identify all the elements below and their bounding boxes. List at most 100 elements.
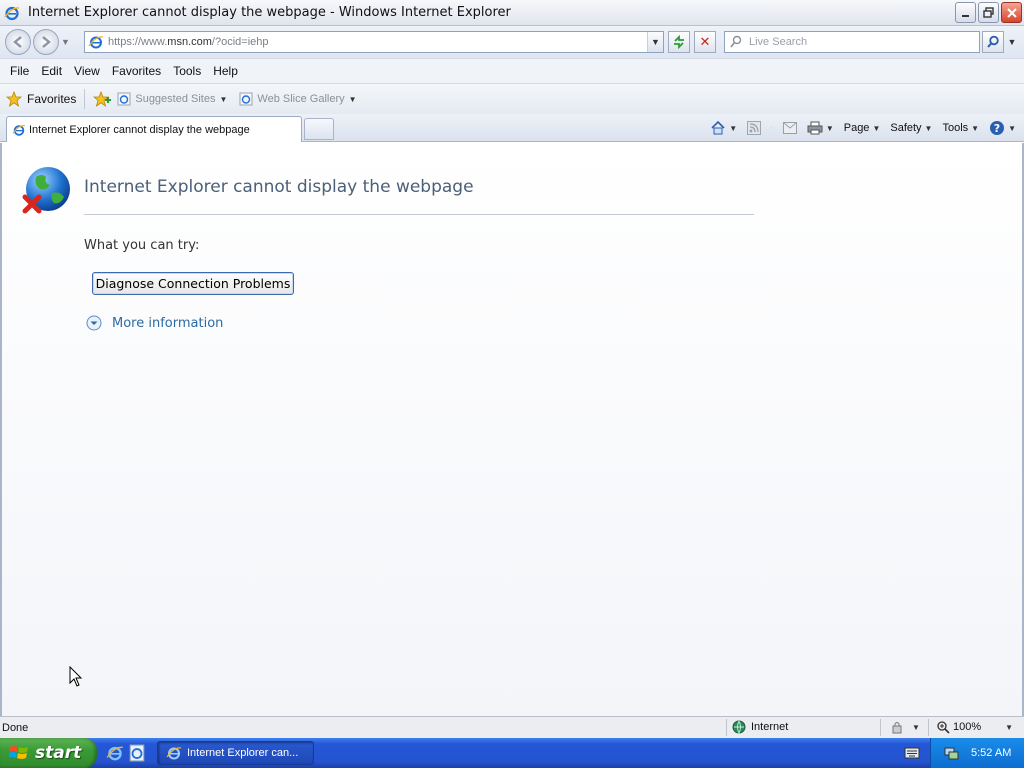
divider bbox=[84, 214, 754, 215]
globe-error-icon bbox=[22, 167, 70, 214]
url-prefix: https://www. bbox=[108, 36, 168, 48]
chevron-down-icon: ▼ bbox=[348, 94, 357, 104]
menu-file[interactable]: File bbox=[4, 62, 35, 80]
ie-icon bbox=[4, 6, 20, 20]
minimize-button[interactable] bbox=[955, 2, 976, 23]
ie-icon bbox=[166, 747, 182, 760]
ie-icon bbox=[12, 124, 26, 136]
taskbar-ie-window[interactable]: Internet Explorer can... bbox=[157, 741, 314, 765]
chevron-down-icon: ▼ bbox=[1005, 722, 1014, 732]
navigation-bar: ▼ https://www.msn.com/?ocid=iehp ▼ ✕ Liv… bbox=[0, 26, 1024, 58]
protected-mode-button[interactable]: ▼ bbox=[890, 720, 920, 734]
search-options-dropdown[interactable]: ▼ bbox=[1005, 31, 1019, 53]
search-box[interactable]: Live Search bbox=[724, 31, 980, 53]
restore-button[interactable] bbox=[978, 2, 999, 23]
ie-doc-quicklaunch-icon[interactable] bbox=[128, 744, 146, 762]
more-information-label: More information bbox=[112, 315, 224, 331]
separator bbox=[84, 89, 86, 109]
favorites-star-icon bbox=[6, 91, 22, 107]
web-slice-gallery-link[interactable]: Web Slice Gallery ▼ bbox=[239, 92, 357, 106]
search-icon bbox=[730, 35, 742, 48]
ie-page-icon bbox=[88, 36, 104, 49]
windows-logo-icon bbox=[9, 746, 28, 759]
tools-menu[interactable]: Tools ▼ bbox=[942, 122, 979, 134]
tab-bar: Internet Explorer cannot display the web… bbox=[0, 114, 1024, 142]
suggested-sites-label: Suggested Sites bbox=[135, 93, 216, 105]
zoom-magnifier-icon bbox=[937, 721, 950, 734]
url-suffix: /?ocid=iehp bbox=[211, 36, 269, 48]
keyboard-icon[interactable] bbox=[904, 745, 920, 761]
back-button[interactable] bbox=[5, 29, 31, 55]
magnifier-icon bbox=[987, 35, 999, 48]
menu-help[interactable]: Help bbox=[207, 62, 244, 80]
address-bar[interactable]: https://www.msn.com/?ocid=iehp ▼ bbox=[84, 31, 664, 53]
mail-icon bbox=[782, 122, 797, 134]
chevron-down-icon: ▼ bbox=[219, 94, 228, 104]
tab-current[interactable]: Internet Explorer cannot display the web… bbox=[6, 116, 302, 142]
title-bar: Internet Explorer cannot display the web… bbox=[0, 0, 1024, 26]
help-button[interactable]: ? ▼ bbox=[989, 120, 1016, 136]
menu-favorites[interactable]: Favorites bbox=[106, 62, 167, 80]
menu-view[interactable]: View bbox=[68, 62, 106, 80]
restore-icon bbox=[982, 6, 994, 18]
menu-tools[interactable]: Tools bbox=[167, 62, 207, 80]
svg-text:?: ? bbox=[994, 122, 1000, 135]
ie-page-icon bbox=[239, 92, 253, 106]
chevron-down-icon: ▼ bbox=[825, 123, 834, 133]
home-button[interactable]: ▼ bbox=[710, 120, 737, 136]
home-icon bbox=[711, 120, 725, 135]
lock-icon bbox=[892, 722, 902, 734]
read-mail-button[interactable] bbox=[782, 122, 797, 134]
forward-button[interactable] bbox=[33, 29, 59, 55]
taskbar-window-label: Internet Explorer can... bbox=[187, 747, 299, 759]
page-menu[interactable]: Page ▼ bbox=[844, 122, 881, 134]
search-go-button[interactable] bbox=[982, 31, 1004, 53]
address-dropdown-button[interactable]: ▼ bbox=[647, 32, 663, 52]
url-domain: msn.com bbox=[167, 36, 212, 48]
favorites-label: Favorites bbox=[27, 92, 77, 106]
chevron-down-icon: ▼ bbox=[1008, 123, 1016, 133]
address-url[interactable]: https://www.msn.com/?ocid=iehp bbox=[108, 36, 647, 48]
security-zone[interactable]: Internet bbox=[732, 720, 788, 734]
start-button[interactable]: start bbox=[0, 738, 97, 768]
diagnose-connection-button[interactable]: Diagnose Connection Problems bbox=[92, 272, 294, 295]
feeds-button[interactable]: · bbox=[747, 121, 773, 135]
close-icon bbox=[1006, 7, 1017, 18]
zoom-control[interactable]: 100% ▼ bbox=[936, 720, 1013, 734]
chevron-down-icon: ▼ bbox=[729, 123, 738, 133]
close-button[interactable] bbox=[1001, 2, 1022, 23]
chevron-down-icon: ▼ bbox=[971, 123, 980, 133]
more-information-link[interactable]: More information bbox=[86, 315, 223, 331]
window-title: Internet Explorer cannot display the web… bbox=[28, 5, 511, 20]
status-bar: Done Internet ▼ 100% ▼ bbox=[0, 716, 1024, 738]
print-button[interactable]: ▼ bbox=[807, 121, 834, 135]
network-icon[interactable] bbox=[943, 745, 959, 761]
stop-button[interactable]: ✕ bbox=[694, 31, 716, 53]
page-content: Internet Explorer cannot display the web… bbox=[0, 143, 1024, 716]
chevron-down-icon: ▼ bbox=[912, 722, 920, 732]
ie-quicklaunch-icon[interactable] bbox=[106, 744, 124, 762]
tools-menu-label: Tools bbox=[942, 122, 969, 134]
suggested-sites-link[interactable]: Suggested Sites ▼ bbox=[117, 92, 227, 106]
safety-menu[interactable]: Safety ▼ bbox=[890, 122, 932, 134]
recent-pages-dropdown[interactable]: ▼ bbox=[61, 37, 71, 47]
menu-bar: File Edit View Favorites Tools Help bbox=[0, 58, 1024, 84]
ie-page-icon bbox=[117, 92, 131, 106]
security-zone-label: Internet bbox=[751, 721, 789, 733]
page-menu-label: Page bbox=[843, 122, 870, 134]
new-tab-button[interactable] bbox=[304, 118, 334, 140]
favorites-button[interactable]: Favorites bbox=[6, 91, 76, 107]
separator bbox=[928, 719, 929, 736]
web-slice-gallery-label: Web Slice Gallery bbox=[257, 93, 345, 105]
back-arrow-icon bbox=[13, 36, 22, 48]
add-to-favorites-icon[interactable] bbox=[93, 91, 112, 107]
forward-arrow-icon bbox=[42, 36, 51, 48]
menu-edit[interactable]: Edit bbox=[35, 62, 68, 80]
status-text: Done bbox=[2, 721, 29, 734]
what-you-can-try-label: What you can try: bbox=[84, 238, 200, 253]
start-label: start bbox=[35, 743, 82, 763]
help-icon: ? bbox=[990, 121, 1005, 135]
clock[interactable]: 5:52 AM bbox=[971, 747, 1011, 759]
expand-circle-icon bbox=[86, 315, 102, 331]
refresh-button[interactable] bbox=[668, 31, 690, 53]
